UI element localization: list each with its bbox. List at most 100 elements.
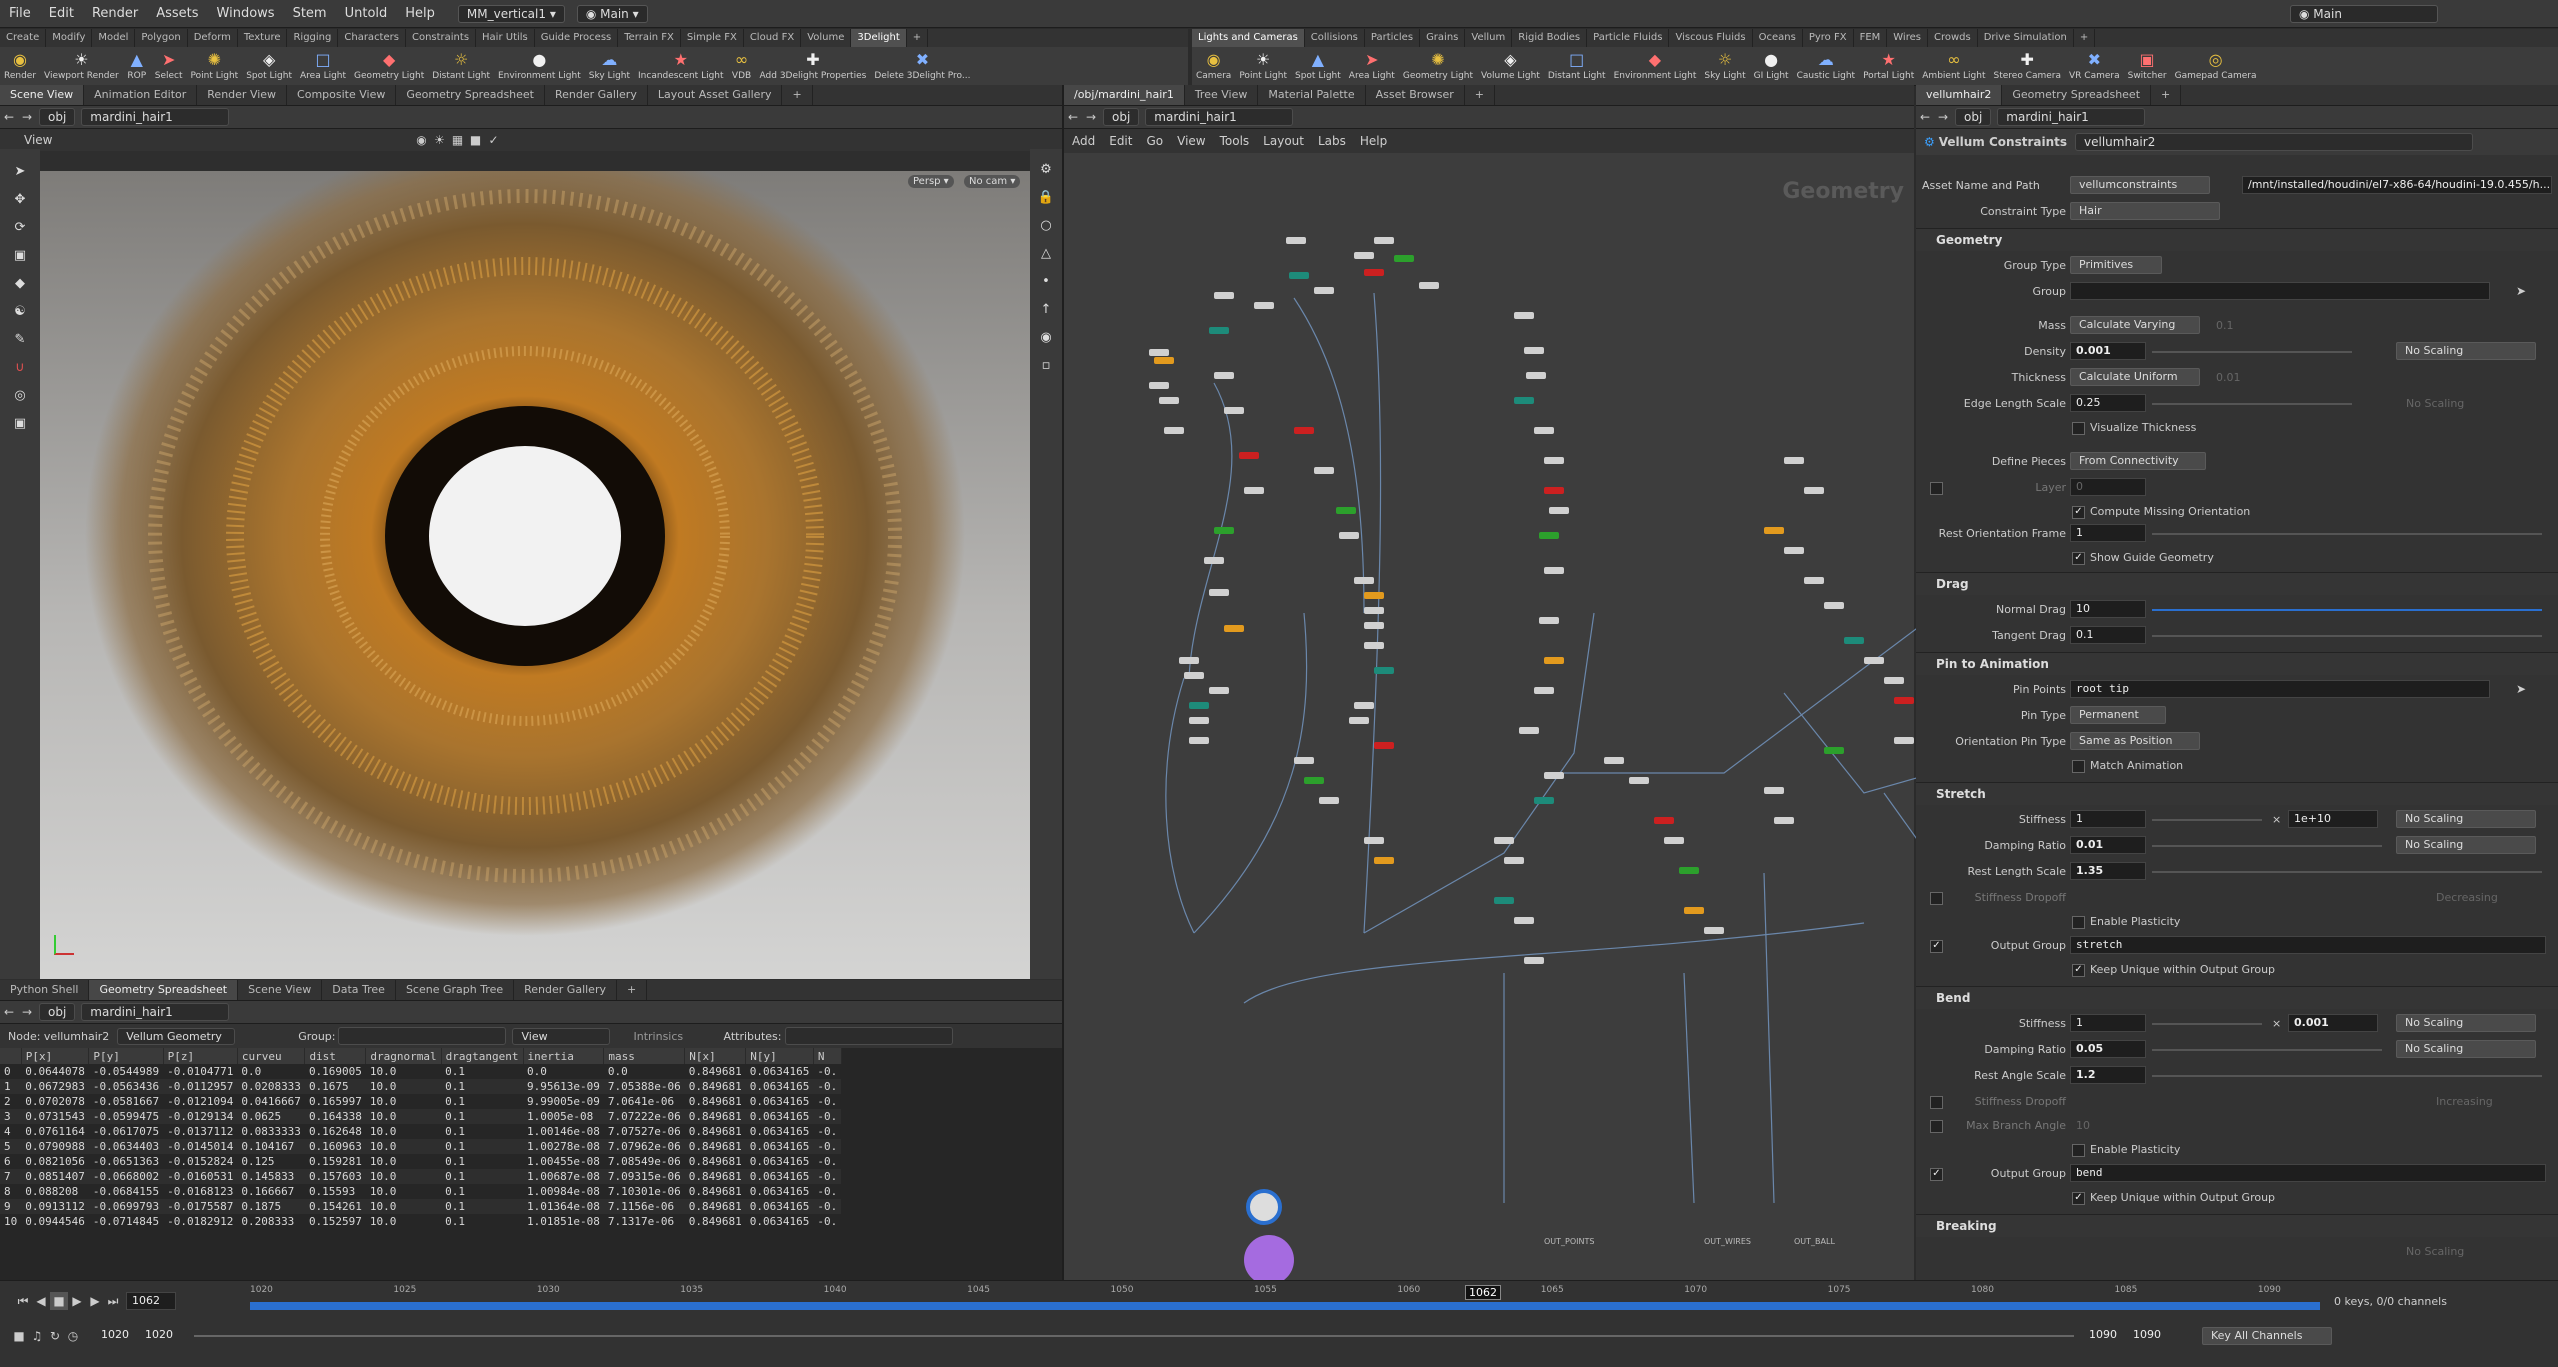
network-node[interactable] (1534, 687, 1554, 694)
network-select[interactable]: ◉ Main ▾ (576, 4, 648, 23)
points-icon[interactable]: • (1035, 270, 1057, 292)
sheet-tab-render-gallery[interactable]: Render Gallery (514, 980, 617, 1000)
shelf-tab-drive-simulation[interactable]: Drive Simulation (1978, 29, 2074, 47)
ghost-icon[interactable]: ○ (1035, 214, 1057, 236)
tool-area-light[interactable]: ➤ Area Light (1345, 49, 1399, 83)
network-node[interactable] (1209, 327, 1229, 334)
current-frame-field[interactable]: 1062 (126, 1292, 176, 1310)
bend-keep-checkbox[interactable]: ✓ (2072, 1192, 2085, 1205)
network-menu-add[interactable]: Add (1072, 134, 1095, 148)
forward-arrow-icon[interactable]: → (1934, 108, 1952, 126)
network-node[interactable] (1544, 457, 1564, 464)
visualize-thickness-checkbox[interactable] (2072, 422, 2085, 435)
viewport-tab-geometry-spreadsheet[interactable]: Geometry Spreadsheet (396, 85, 545, 105)
shelf-tab-3delight[interactable]: 3Delight (851, 29, 907, 47)
path-node[interactable]: mardini_hair1 (1997, 108, 2146, 126)
stretch-multiplier-field[interactable]: 1e+10 (2288, 810, 2378, 828)
shelf-tab-viscous-fluids[interactable]: Viscous Fluids (1669, 29, 1753, 47)
tool-distant-light[interactable]: ☼ Distant Light (428, 49, 494, 83)
network-node[interactable] (1224, 407, 1244, 414)
path-obj[interactable]: obj (1955, 108, 1992, 126)
sim-cache-icon[interactable]: ◷ (64, 1327, 82, 1345)
viewport-tab-layout-asset-gallery[interactable]: Layout Asset Gallery (648, 85, 783, 105)
stop-icon[interactable]: ■ (50, 1292, 68, 1310)
bend-rest-slider[interactable] (2152, 1075, 2542, 1077)
network-node[interactable] (1239, 452, 1259, 459)
desktop-select[interactable]: MM_vertical1 ▾ (457, 4, 565, 23)
network-node[interactable] (1544, 772, 1564, 779)
network-node[interactable] (1684, 907, 1704, 914)
bend-damping-slider[interactable] (2152, 1049, 2382, 1051)
network-node[interactable] (1526, 372, 1546, 379)
path-node[interactable]: mardini_hair1 (1145, 108, 1294, 126)
tangent-drag-field[interactable]: 0.1 (2070, 626, 2146, 644)
shelf-tab-vellum[interactable]: Vellum (1465, 29, 1513, 47)
column-header[interactable]: inertia (523, 1048, 605, 1064)
shelf-tab-model[interactable]: Model (92, 29, 136, 47)
shelf-tab-pyro-fx[interactable]: Pyro FX (1803, 29, 1854, 47)
path-node[interactable]: mardini_hair1 (81, 1003, 230, 1021)
range-start-field[interactable]: 1020 (96, 1327, 140, 1345)
network-node[interactable] (1544, 487, 1564, 494)
orient-pin-select[interactable]: Same as Position (2070, 732, 2200, 750)
shelf-tab-oceans[interactable]: Oceans (1753, 29, 1803, 47)
step-back-icon[interactable]: ◀ (32, 1292, 50, 1310)
network-node[interactable] (1189, 717, 1209, 724)
stretch-rest-field[interactable]: 1.35 (2070, 862, 2146, 880)
shelf-tab-fem[interactable]: FEM (1854, 29, 1888, 47)
wireframe-icon[interactable]: △ (1035, 242, 1057, 264)
tool-gamepad-camera[interactable]: ◎ Gamepad Camera (2171, 49, 2261, 83)
shelf-tab-deform[interactable]: Deform (188, 29, 238, 47)
sheet-tab-data-tree[interactable]: Data Tree (322, 980, 396, 1000)
network-node[interactable] (1544, 657, 1564, 664)
network-node[interactable] (1824, 747, 1844, 754)
network-node[interactable] (1339, 532, 1359, 539)
network-node[interactable] (1364, 622, 1384, 629)
sheet-tab-python-shell[interactable]: Python Shell (0, 980, 90, 1000)
node-name-field[interactable]: vellumhair2 (2075, 133, 2474, 151)
geometry-select[interactable]: Vellum Geometry (117, 1027, 236, 1045)
network-node[interactable] (1844, 637, 1864, 644)
network-menu-edit[interactable]: Edit (1109, 134, 1132, 148)
shelf-tab-rigging[interactable]: Rigging (287, 29, 339, 47)
tool-environment-light[interactable]: ● Environment Light (494, 49, 585, 83)
network-node[interactable] (1254, 302, 1274, 309)
normal-drag-field[interactable]: 10 (2070, 600, 2146, 618)
tool-ambient-light[interactable]: ∞ Ambient Light (1918, 49, 1989, 83)
stretch-rest-slider[interactable] (2152, 871, 2542, 873)
handle-tool-icon[interactable]: ◆ (9, 272, 31, 294)
network-node[interactable] (1894, 737, 1914, 744)
stretch-damping-slider[interactable] (2152, 845, 2382, 847)
group-field[interactable] (338, 1027, 507, 1045)
path-obj[interactable]: obj (1103, 108, 1140, 126)
timebar[interactable]: 1020 1025 1030 1035 1040 1045 1050 1055 1060 1065… (250, 1285, 2320, 1317)
network-node[interactable] (1629, 777, 1649, 784)
view-menu[interactable]: View (24, 133, 52, 147)
mass-mode-select[interactable]: Calculate Varying (2070, 316, 2200, 334)
attributes-field[interactable] (784, 1027, 953, 1045)
network-node[interactable] (1679, 867, 1699, 874)
network-node[interactable] (1524, 347, 1544, 354)
intrinsics-select[interactable]: Intrinsics (633, 1030, 713, 1043)
shelf-tab-particles[interactable]: Particles (1365, 29, 1421, 47)
network-menu-tools[interactable]: Tools (1220, 134, 1250, 148)
scale-tool-icon[interactable]: ▣ (9, 244, 31, 266)
tool-caustic-light[interactable]: ☁ Caustic Light (1793, 49, 1860, 83)
tool-gi-light[interactable]: ● GI Light (1750, 49, 1793, 83)
shelf-tab-grains[interactable]: Grains (1420, 29, 1466, 47)
network-node[interactable] (1514, 312, 1534, 319)
lighting-icon[interactable]: ☀ (430, 131, 448, 149)
shelf-tab-guide-process[interactable]: Guide Process (535, 29, 619, 47)
tool-spot-light[interactable]: ◈ Spot Light (242, 49, 296, 83)
drag-section[interactable]: Drag (1916, 572, 2558, 595)
selected-node[interactable] (1246, 1189, 1282, 1225)
stretch-stiffness-scaling-select[interactable]: No Scaling (2396, 810, 2536, 828)
tool-area-light[interactable]: □ Area Light (296, 49, 350, 83)
param-tab-vellumhair2[interactable]: vellumhair2 (1916, 85, 2003, 105)
edge-length-slider[interactable] (2152, 403, 2352, 405)
network-canvas[interactable]: Geometry OUT_POINTS OUT_WIRES OUT_BALL (1064, 173, 1916, 1280)
forward-arrow-icon[interactable]: → (1082, 108, 1100, 126)
shelf-tab-cloud-fx[interactable]: Cloud FX (744, 29, 802, 47)
tool-select[interactable]: ➤ Select (151, 49, 187, 83)
network-node[interactable] (1184, 672, 1204, 679)
